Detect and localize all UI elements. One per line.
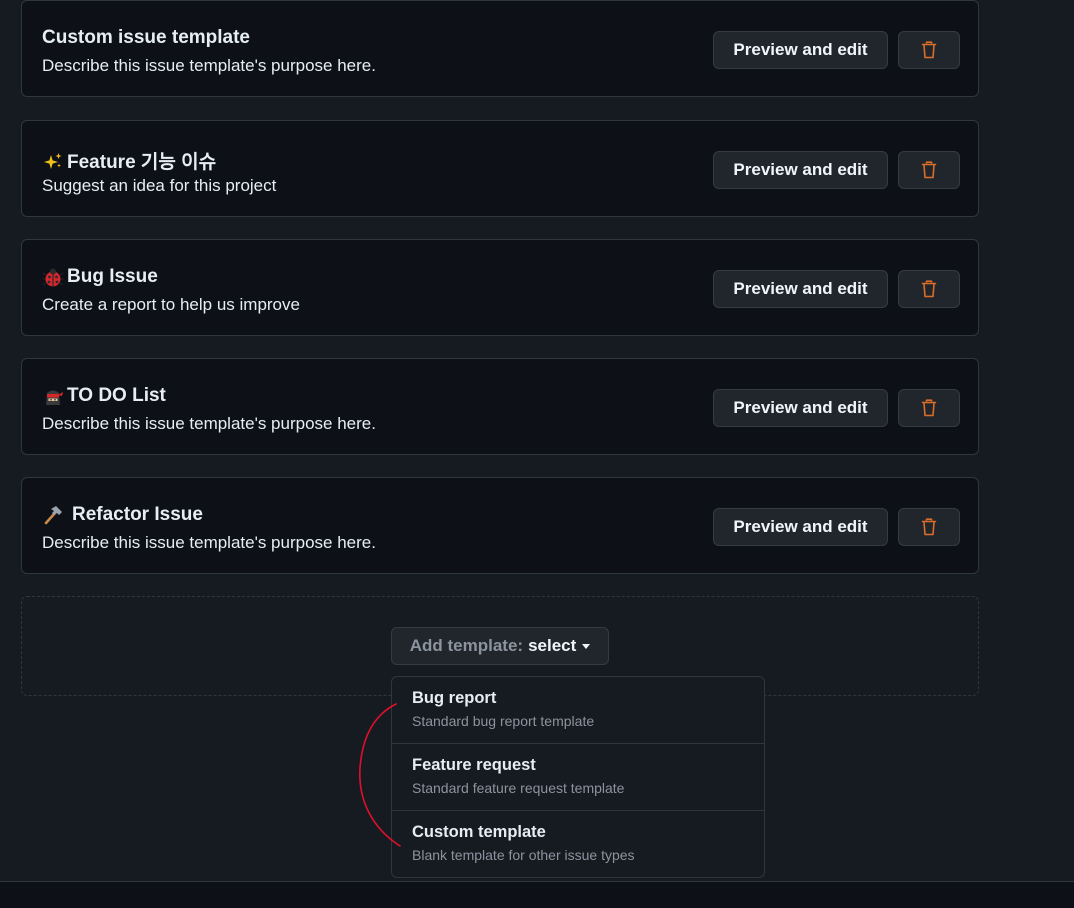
template-description: Create a report to help us improve bbox=[42, 295, 300, 314]
footer-bar bbox=[0, 881, 1074, 908]
preview-and-edit-button[interactable]: Preview and edit bbox=[713, 31, 888, 69]
delete-template-button[interactable] bbox=[898, 389, 960, 427]
delete-template-button[interactable] bbox=[898, 508, 960, 546]
template-card-bug: Bug Issue Create a report to help us imp… bbox=[21, 239, 979, 336]
add-template-select-button[interactable]: Add template: select bbox=[391, 627, 609, 665]
hammer-icon bbox=[44, 506, 62, 525]
menu-item-title: Custom template bbox=[412, 823, 546, 841]
menu-item-description: Standard feature request template bbox=[412, 780, 625, 796]
ninja-icon bbox=[46, 390, 63, 405]
template-title: Custom issue template bbox=[42, 27, 250, 48]
delete-template-button[interactable] bbox=[898, 31, 960, 69]
preview-and-edit-button[interactable]: Preview and edit bbox=[713, 389, 888, 427]
menu-item-title: Feature request bbox=[412, 756, 536, 774]
add-template-prefix: Add template: bbox=[409, 636, 524, 655]
preview-and-edit-button[interactable]: Preview and edit bbox=[713, 508, 888, 546]
template-card-feature: Feature 기능 이슈 Suggest an idea for this p… bbox=[21, 120, 979, 217]
menu-item-feature-request[interactable]: Feature request Standard feature request… bbox=[392, 744, 764, 811]
preview-and-edit-button[interactable]: Preview and edit bbox=[713, 151, 888, 189]
trash-icon bbox=[921, 280, 937, 298]
trash-icon bbox=[921, 41, 937, 59]
add-template-value: select bbox=[528, 636, 577, 655]
template-title: TO DO List bbox=[42, 385, 166, 407]
template-title: Feature 기능 이슈 bbox=[42, 147, 216, 174]
add-template-menu: Bug report Standard bug report template … bbox=[391, 676, 765, 878]
template-title: Refactor Issue bbox=[42, 504, 203, 526]
menu-item-custom-template[interactable]: Custom template Blank template for other… bbox=[392, 811, 764, 877]
ladybug-icon bbox=[42, 268, 64, 287]
caret-down-icon bbox=[582, 643, 591, 649]
template-title: Bug Issue bbox=[42, 266, 158, 288]
delete-template-button[interactable] bbox=[898, 270, 960, 308]
template-description: Describe this issue template's purpose h… bbox=[42, 533, 376, 552]
sparkles-icon bbox=[44, 152, 62, 169]
template-description: Suggest an idea for this project bbox=[42, 176, 277, 195]
menu-item-bug-report[interactable]: Bug report Standard bug report template bbox=[392, 677, 764, 744]
template-card-custom: Custom issue template Describe this issu… bbox=[21, 0, 979, 97]
trash-icon bbox=[921, 518, 937, 536]
template-card-todo: TO DO List Describe this issue template'… bbox=[21, 358, 979, 455]
trash-icon bbox=[921, 161, 937, 179]
template-description: Describe this issue template's purpose h… bbox=[42, 56, 376, 75]
template-description: Describe this issue template's purpose h… bbox=[42, 414, 376, 433]
menu-item-description: Blank template for other issue types bbox=[412, 847, 635, 863]
menu-item-description: Standard bug report template bbox=[412, 713, 595, 729]
template-card-refactor: Refactor Issue Describe this issue templ… bbox=[21, 477, 979, 574]
preview-and-edit-button[interactable]: Preview and edit bbox=[713, 270, 888, 308]
delete-template-button[interactable] bbox=[898, 151, 960, 189]
trash-icon bbox=[921, 399, 937, 417]
menu-item-title: Bug report bbox=[412, 689, 497, 707]
